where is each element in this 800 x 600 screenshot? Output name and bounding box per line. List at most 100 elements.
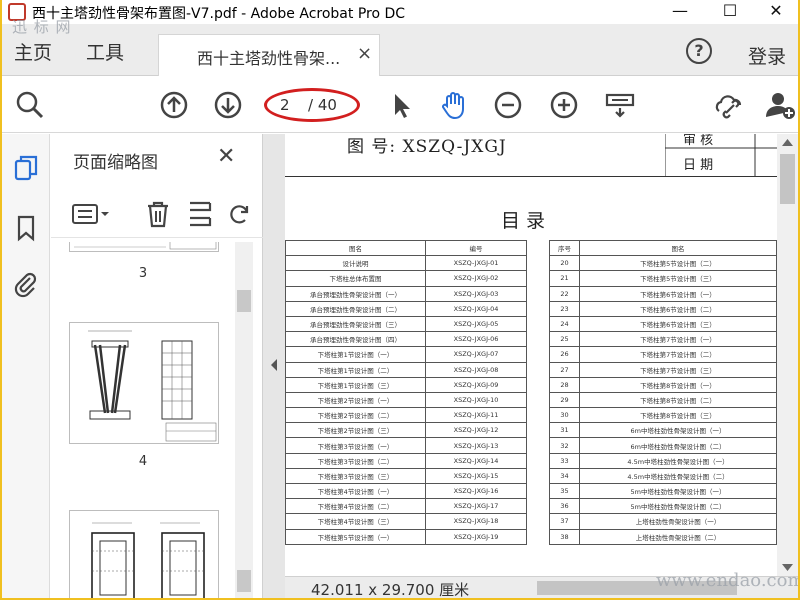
table-cell: XSZQ-JXGJ-06 xyxy=(425,331,527,348)
panel-collapse-handle[interactable] xyxy=(263,134,285,598)
table-row: 30 下塔柱第8节设计图（三） xyxy=(549,407,777,424)
table-cell: XSZQ-JXGJ-19 xyxy=(425,528,527,545)
table-cell: XSZQ-JXGJ-15 xyxy=(425,467,527,485)
table-cell: XSZQ-JXGJ-16 xyxy=(425,482,527,500)
thumbnail-list: 3 4 xyxy=(51,242,235,598)
document-scrollbar-thumb[interactable] xyxy=(780,154,795,204)
tab-document[interactable]: 西十主塔劲性骨架... × xyxy=(158,34,380,76)
watermark-bottom: www.endao.com xyxy=(656,570,798,591)
table-cell: 23 xyxy=(549,300,580,317)
table-cell: XSZQ-JXGJ-13 xyxy=(425,437,527,454)
zoom-out-icon[interactable] xyxy=(492,89,524,121)
page-size-readout: 42.011 x 29.700 厘米 xyxy=(311,581,470,598)
thumbnail-page-4[interactable] xyxy=(69,322,219,444)
keyboard-icon[interactable] xyxy=(604,89,636,121)
watermark-top: 迅 标 网 xyxy=(12,18,72,36)
table-row: 下塔柱第1节设计图（二） XSZQ-JXGJ-08 xyxy=(285,361,527,378)
thumbnail-label: 3 xyxy=(138,266,148,281)
thumbnail-scrollbar[interactable] xyxy=(235,242,253,598)
zoom-in-icon[interactable] xyxy=(548,89,580,121)
table-cell: 下塔柱第8节设计图（一） xyxy=(579,376,777,393)
share-link-icon[interactable] xyxy=(714,89,746,121)
acrobat-window: 西十主塔劲性骨架布置图-V7.pdf - Adobe Acrobat Pro D… xyxy=(2,0,798,598)
scroll-up-icon[interactable] xyxy=(782,138,793,146)
table-cell: 28 xyxy=(549,376,580,393)
table-cell: 37 xyxy=(549,513,580,530)
table-cell: 下塔柱第8节设计图（三） xyxy=(579,407,777,424)
table-cell: 4.5m中塔柱劲性骨架设计图（二） xyxy=(579,467,777,485)
next-page-icon[interactable] xyxy=(212,89,244,121)
table-cell: XSZQ-JXGJ-12 xyxy=(425,422,527,439)
hand-tool-icon[interactable] xyxy=(438,89,470,121)
previous-page-icon[interactable] xyxy=(158,89,190,121)
table-cell: 26 xyxy=(549,346,580,363)
table-cell: 6m中塔柱劲性骨架设计图（一） xyxy=(579,422,777,439)
close-panel-icon[interactable]: ✕ xyxy=(217,144,235,169)
pdf-page: 图 号: XSZQ-JXGJ 审 核 日 期 目 录 图名 编号 设计说明 XSZ… xyxy=(285,134,777,576)
table-row: 20 下塔柱第5节设计图（二） xyxy=(549,255,777,272)
column-header: 编号 xyxy=(425,239,527,257)
close-window-button[interactable]: ✕ xyxy=(754,0,798,24)
contents-table-left: 图名 编号 设计说明 XSZQ-JXGJ-01 下塔柱总体布置图 XSZQ-JXGJ-… xyxy=(285,239,527,545)
table-cell: 下塔柱第1节设计图（三） xyxy=(285,376,426,393)
title-block-grid xyxy=(665,134,777,176)
table-cell: 承台预埋劲性骨架设计图（二） xyxy=(285,300,426,317)
table-cell: XSZQ-JXGJ-17 xyxy=(425,498,527,515)
main-toolbar: 2 / 40 xyxy=(2,77,798,133)
delete-page-icon[interactable] xyxy=(145,200,171,228)
table-row: 承台预埋劲性骨架设计图（二） XSZQ-JXGJ-04 xyxy=(285,300,527,317)
collapse-arrow-icon[interactable] xyxy=(269,358,279,372)
page-thumbnails-icon[interactable] xyxy=(12,154,40,182)
table-cell: 下塔柱第6节设计图（一） xyxy=(579,285,777,302)
thumbnail-page-3[interactable] xyxy=(69,242,219,252)
table-row: 承台预埋劲性骨架设计图（一） XSZQ-JXGJ-03 xyxy=(285,285,527,302)
tab-home[interactable]: 主页 xyxy=(14,38,52,65)
table-cell: 24 xyxy=(549,315,580,333)
table-cell: 27 xyxy=(549,361,580,378)
close-tab-icon[interactable]: × xyxy=(357,43,372,64)
table-cell: 承台预埋劲性骨架设计图（一） xyxy=(285,285,426,302)
select-cursor-icon[interactable] xyxy=(386,89,418,121)
table-cell: XSZQ-JXGJ-09 xyxy=(425,376,527,393)
table-cell: 下塔柱总体布置图 xyxy=(285,270,426,287)
insert-page-icon[interactable] xyxy=(187,200,213,228)
document-scrollbar[interactable] xyxy=(777,134,798,576)
table-row: 设计说明 XSZQ-JXGJ-01 xyxy=(285,255,527,272)
table-row: 32 6m中塔柱劲性骨架设计图（二） xyxy=(549,437,777,454)
thumbnail-page-5[interactable] xyxy=(69,510,219,598)
table-cell: 下塔柱第3节设计图（一） xyxy=(285,437,426,454)
help-icon[interactable]: ? xyxy=(686,38,712,64)
minimize-button[interactable]: — xyxy=(658,0,702,24)
thumbnail-options-icon[interactable] xyxy=(71,202,111,226)
table-cell: 下塔柱第7节设计图（三） xyxy=(579,361,777,378)
table-cell: 承台预埋劲性骨架设计图（四） xyxy=(285,331,426,348)
table-row: 37 上塔柱劲性骨架设计图（一） xyxy=(549,513,777,530)
table-row: 下塔柱总体布置图 XSZQ-JXGJ-02 xyxy=(285,270,527,287)
table-cell: 34 xyxy=(549,467,580,485)
rotate-page-icon[interactable] xyxy=(227,200,251,228)
table-row: 21 下塔柱第5节设计图（三） xyxy=(549,270,777,287)
login-button[interactable]: 登录 xyxy=(748,42,786,69)
check-label: 审 核 xyxy=(683,134,714,148)
table-cell: 上塔柱劲性骨架设计图（一） xyxy=(579,513,777,530)
add-user-icon[interactable] xyxy=(764,89,796,121)
column-header: 序号 xyxy=(549,239,580,257)
table-cell: 承台预埋劲性骨架设计图（三） xyxy=(285,315,426,333)
column-header: 图名 xyxy=(285,239,426,257)
table-cell: XSZQ-JXGJ-02 xyxy=(425,270,527,287)
thumbnail-scrollbar-thumb[interactable] xyxy=(237,290,251,312)
bookmark-icon[interactable] xyxy=(12,214,40,242)
search-icon[interactable] xyxy=(14,89,46,121)
table-cell: 38 xyxy=(549,528,580,545)
table-row: 36 5m中塔柱劲性骨架设计图（二） xyxy=(549,498,777,515)
thumbnail-scrollbar-thumb-lower[interactable] xyxy=(237,570,251,592)
table-cell: 下塔柱第5节设计图（二） xyxy=(579,255,777,272)
tab-tools[interactable]: 工具 xyxy=(86,38,124,65)
maximize-button[interactable]: ☐ xyxy=(708,0,752,24)
table-cell: 21 xyxy=(549,270,580,287)
table-cell: 36 xyxy=(549,498,580,515)
table-cell: XSZQ-JXGJ-03 xyxy=(425,285,527,302)
table-cell: 下塔柱第4节设计图（一） xyxy=(285,482,426,500)
attachment-icon[interactable] xyxy=(12,270,40,298)
table-cell: 下塔柱第4节设计图（二） xyxy=(285,498,426,515)
